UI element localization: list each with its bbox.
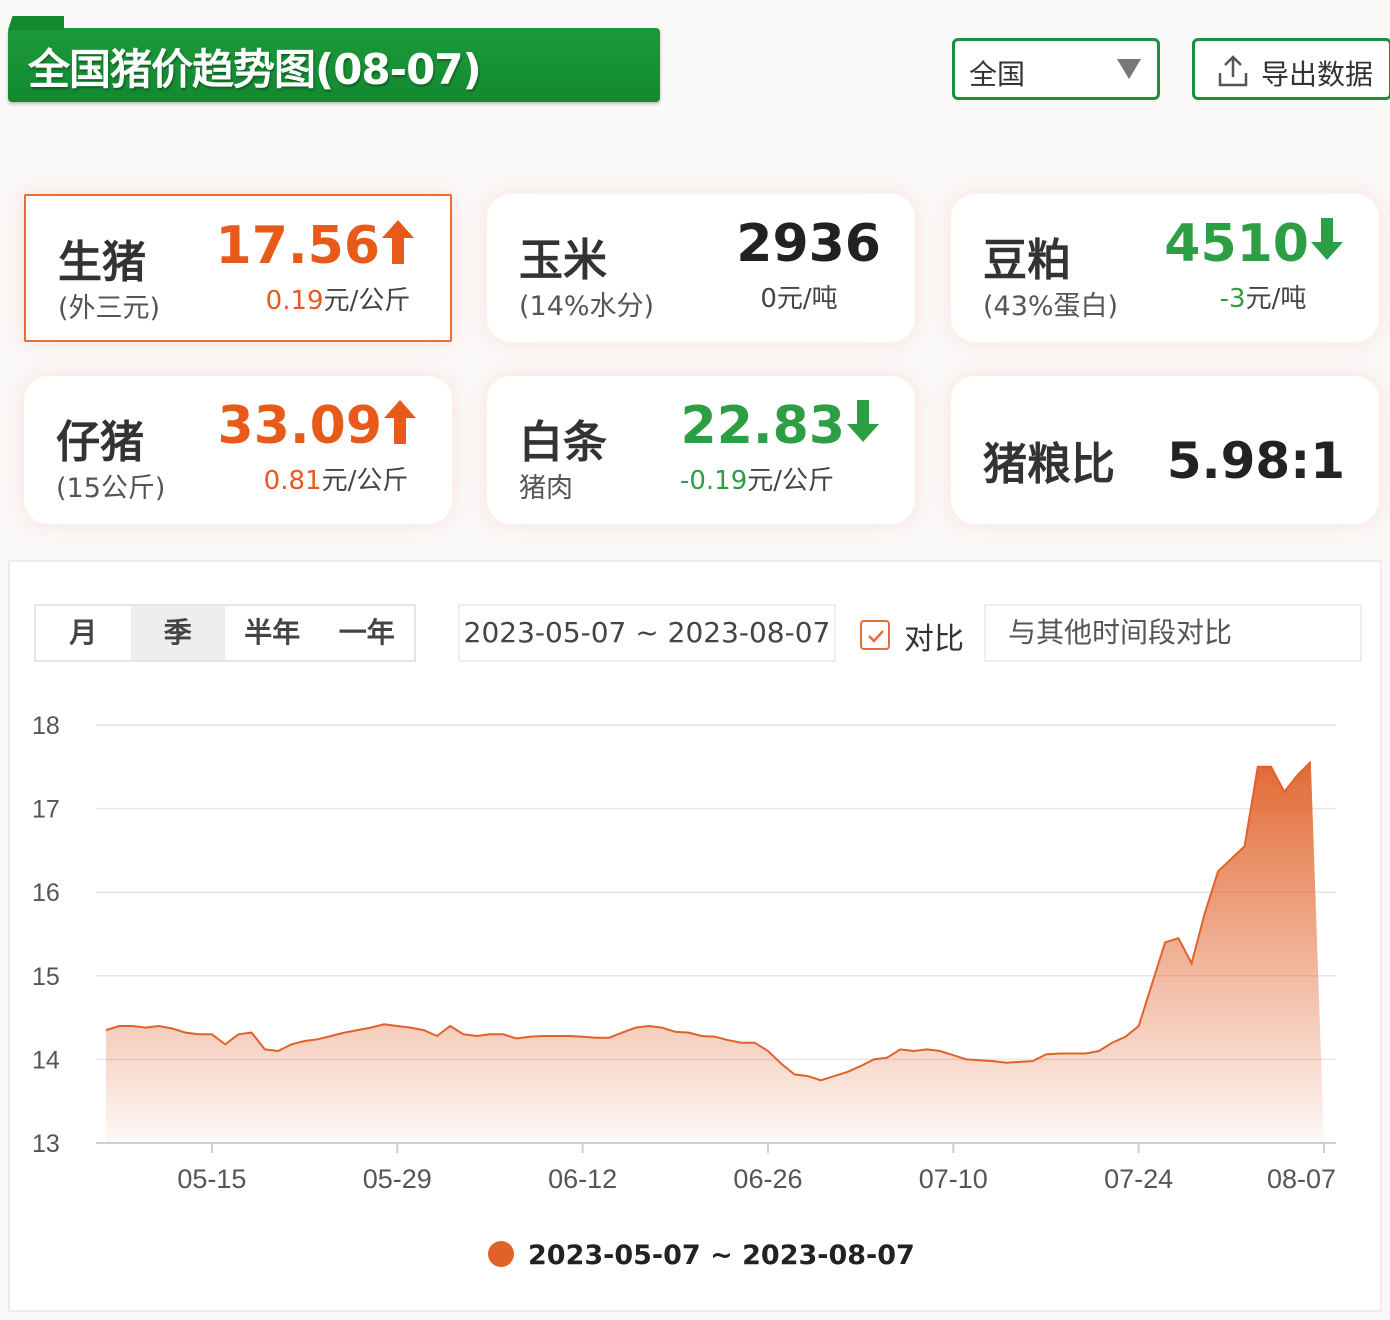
card-sub: (外三元) (58, 293, 161, 324)
page-title: 全国猪价趋势图(08-07) (28, 45, 482, 94)
y-tick-label: 15 (32, 963, 60, 991)
arrow-up-icon (382, 220, 414, 264)
card-value: 4510 (1164, 214, 1345, 274)
card-sub: (15公斤) (56, 473, 166, 504)
price-chart: 13 14 15 16 17 18 05-15 05-29 06-12 06-26 07-10 07-… (32, 712, 1336, 1271)
caret-down-icon (1117, 59, 1141, 79)
card-change: 0.81元/公斤 (263, 466, 409, 496)
export-data-button[interactable]: 导出数据 (1192, 38, 1390, 100)
region-select-value: 全国 (969, 58, 1026, 91)
title-banner: 全国猪价趋势图(08-07) (8, 28, 660, 102)
card-carcass-pork[interactable]: 白条 猪肉 22.83 -0.19元/公斤 (487, 376, 915, 524)
card-live-hog[interactable]: 生猪 (外三元) 17.56 0.19元/公斤 (24, 194, 452, 342)
card-name: 玉米 (519, 235, 607, 286)
card-value: 5.98:1 (1166, 432, 1345, 490)
x-tick-label: 05-15 (177, 1164, 246, 1194)
y-tick-label: 18 (32, 712, 60, 740)
card-value: 17.56 (216, 216, 416, 276)
x-tick-label: 06-26 (733, 1164, 802, 1194)
card-change: 0.19元/公斤 (265, 286, 411, 316)
card-sub: (14%水分) (519, 291, 655, 322)
card-sub: 猪肉 (519, 473, 573, 504)
card-sub: (43%蛋白) (983, 291, 1119, 322)
card-change: 0元/吨 (760, 284, 838, 314)
x-tick-label: 07-10 (919, 1164, 988, 1194)
upload-icon (1218, 55, 1248, 87)
card-value: 22.83 (681, 396, 881, 456)
series-area (106, 761, 1324, 1143)
x-tick-label: 05-29 (363, 1164, 432, 1194)
x-tick-label: 08-07 (1267, 1164, 1336, 1194)
arrow-down-icon (847, 400, 879, 442)
card-value: 2936 (736, 214, 881, 274)
y-tick-label: 16 (32, 879, 60, 907)
series-line (105, 761, 1312, 1082)
arrow-up-icon (384, 400, 416, 444)
y-tick-label: 17 (32, 796, 60, 824)
card-value: 33.09 (218, 396, 418, 456)
y-tick-label: 14 (32, 1046, 60, 1074)
legend-marker (488, 1241, 514, 1267)
x-tick-label: 07-24 (1104, 1164, 1173, 1194)
card-name: 豆粕 (983, 235, 1071, 286)
card-name: 猪粮比 (983, 439, 1115, 490)
export-data-label: 导出数据 (1261, 58, 1374, 91)
card-piglet[interactable]: 仔猪 (15公斤) 33.09 0.81元/公斤 (24, 376, 452, 524)
card-name: 仔猪 (56, 417, 144, 468)
card-name: 白条 (519, 417, 607, 468)
card-hog-grain-ratio[interactable]: 猪粮比 5.98:1 (951, 376, 1379, 524)
chart-panel: 月 季 半年 一年 2023-05-07 ~ 2023-08-07 对比 与其他… (8, 560, 1382, 1312)
arrow-down-icon (1311, 218, 1343, 260)
card-soymeal[interactable]: 豆粕 (43%蛋白) 4510 -3元/吨 (951, 194, 1379, 342)
card-change: -0.19元/公斤 (679, 466, 835, 496)
card-change: -3元/吨 (1219, 284, 1307, 314)
card-name: 生猪 (58, 237, 146, 288)
x-tick-label: 06-12 (548, 1164, 617, 1194)
legend-label: 2023-05-07 ~ 2023-08-07 (528, 1240, 915, 1271)
region-select[interactable]: 全国 (952, 38, 1160, 100)
card-corn[interactable]: 玉米 (14%水分) 2936 0元/吨 (487, 194, 915, 342)
y-tick-label: 13 (32, 1130, 60, 1158)
